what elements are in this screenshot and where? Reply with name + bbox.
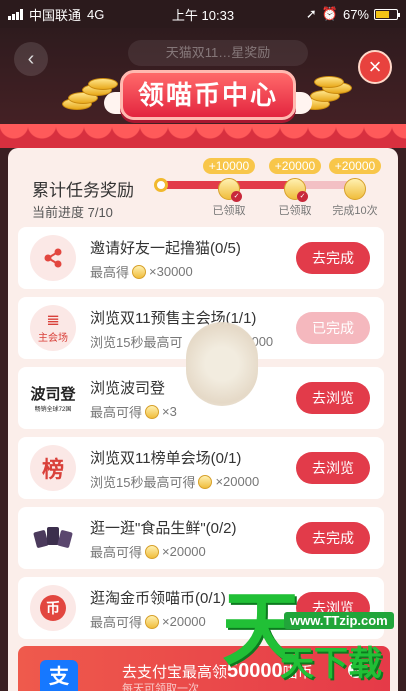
- check-icon: ✓: [231, 191, 242, 202]
- page-title: 领喵币中心: [120, 70, 296, 120]
- taobao-coin-icon: 币: [30, 585, 76, 631]
- icon-label: 榜: [41, 457, 64, 482]
- task-desc: 最高可得 ×3: [90, 402, 177, 421]
- task-reward: ×3: [162, 404, 177, 419]
- blurred-overlay: [186, 322, 258, 406]
- icon-label: 波司登: [30, 386, 76, 403]
- milestone-3: +20000 完成10次: [320, 157, 390, 218]
- awning-decoration: [0, 124, 406, 148]
- milestone-amount: +10000: [202, 158, 256, 174]
- task-desc-text: 最高可得: [90, 405, 143, 420]
- task-taobao-coin: 币 逛淘金币领喵币(0/1) 最高可得 ×20000 去浏览: [18, 577, 384, 639]
- milestone-1: +10000 ✓ 已领取: [194, 157, 264, 218]
- header-banner: 天猫双11…星奖励: [128, 40, 308, 66]
- coin-icon: [344, 178, 366, 200]
- check-icon: ✓: [297, 191, 308, 202]
- coin-icon: ✓: [218, 178, 242, 202]
- task-reward: ×30000: [149, 264, 193, 279]
- coin-icon: [145, 404, 160, 419]
- signal-icon: [8, 8, 23, 20]
- task-desc: 最高可得 ×20000: [90, 612, 206, 631]
- task-title: 浏览双11榜单会场(0/1): [90, 450, 242, 467]
- network-label: 4G: [87, 6, 105, 22]
- header: ‹ 天猫双11…星奖励 × 领喵币中心: [0, 28, 406, 148]
- task-reward: ×20000: [215, 474, 260, 489]
- icon-label: 币: [40, 595, 66, 621]
- task-title-text: 浏览波司登: [90, 380, 166, 397]
- milestone-state: 已领取: [212, 205, 246, 217]
- icon-sublabel: 畅销全球72国: [34, 407, 72, 413]
- task-food-fresh: 逛一逛"食品生鲜"(0/2) 最高可得 ×20000 去完成: [18, 507, 384, 569]
- task-action-button[interactable]: 去完成: [296, 522, 370, 554]
- task-title: 邀请好友一起撸猫(0/5): [90, 240, 241, 257]
- task-title: 逛一逛"食品生鲜"(0/2): [90, 520, 237, 537]
- task-desc-text: 最高可得: [90, 615, 143, 630]
- battery-icon: [374, 8, 400, 20]
- location-icon: ➚: [305, 6, 317, 21]
- task-desc: 最高可得 ×20000: [90, 542, 206, 561]
- venue-mark-icon: 𝌆: [46, 312, 60, 328]
- task-invite-friends: 邀请好友一起撸猫(0/5) 最高得 ×30000 去完成: [18, 227, 384, 289]
- coin-icon: ✓: [284, 178, 308, 202]
- ranking-icon: 榜: [30, 445, 76, 491]
- coin-icon: [145, 614, 160, 629]
- back-button[interactable]: ‹: [14, 42, 48, 76]
- chevron-left-icon: ‹: [27, 47, 35, 70]
- progress-current: 当前进度 7/10: [32, 205, 113, 220]
- task-desc-text: 最高可得: [90, 545, 143, 560]
- milestone-state: 完成10次: [332, 205, 378, 217]
- task-action-button[interactable]: 去完成: [296, 242, 370, 274]
- task-action-button[interactable]: 去浏览: [296, 382, 370, 414]
- task-desc-text: 最高得: [90, 265, 130, 280]
- alarm-icon: ⏰: [321, 6, 338, 21]
- status-bar: 中国联通 4G 上午 10:33 ➚ ⏰ 67%: [0, 0, 406, 28]
- milestone-amount: +20000: [268, 158, 322, 174]
- task-desc-text: 浏览15秒最高可: [90, 335, 183, 350]
- alipay-logo: 支: [40, 660, 78, 691]
- bosideng-logo: 波司登 畅销全球72国: [30, 375, 76, 421]
- task-desc: 浏览15秒最高可得 ×20000: [90, 472, 259, 491]
- task-reward: ×20000: [162, 544, 206, 559]
- share-icon: [30, 235, 76, 281]
- alipay-sub: 每天可领取一次: [122, 683, 199, 691]
- watermark-url: www.TTzip.com: [284, 612, 394, 629]
- milestone-amount: +20000: [328, 158, 382, 174]
- task-action-button[interactable]: 去浏览: [296, 452, 370, 484]
- icon-label: 主会场: [38, 333, 68, 344]
- snack-icon: [30, 515, 76, 561]
- progress-start-dot: [154, 178, 168, 192]
- close-icon: ×: [368, 54, 382, 79]
- task-action-button[interactable]: 已完成: [296, 312, 370, 344]
- coin-icon: [132, 264, 147, 279]
- battery-percent: 67%: [342, 6, 369, 22]
- close-button[interactable]: ×: [358, 50, 392, 84]
- progress-section: 累计任务奖励 当前进度 7/10 +10000 ✓ 已领取 +20000 ✓ 已…: [8, 148, 398, 224]
- alipay-text: 去支付宝最高领: [122, 664, 228, 681]
- task-reward: ×20000: [162, 614, 206, 629]
- watermark-text: 天下载: [280, 645, 382, 683]
- task-desc-text: 浏览15秒最高可得: [90, 475, 196, 490]
- progress-title: 累计任务奖励: [32, 181, 134, 200]
- main-venue-icon: 𝌆 主会场: [30, 305, 76, 351]
- coin-icon: [198, 474, 213, 489]
- carrier-label: 中国联通: [29, 7, 82, 23]
- task-desc: 最高得 ×30000: [90, 262, 193, 281]
- task-ranking-venue: 榜 浏览双11榜单会场(0/1) 浏览15秒最高可得 ×20000 去浏览: [18, 437, 384, 499]
- task-title: 逛淘金币领喵币(0/1): [90, 590, 226, 607]
- coin-icon: [145, 544, 160, 559]
